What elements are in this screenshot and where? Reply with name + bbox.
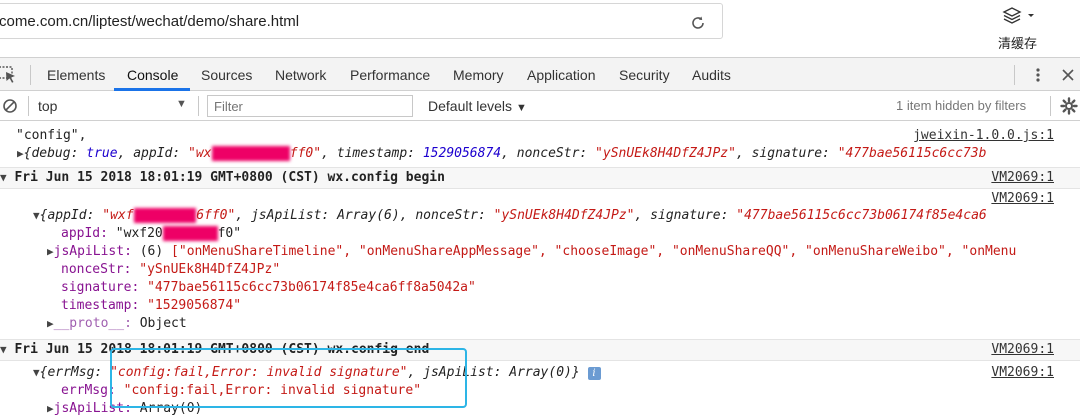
address-bar[interactable]: come.com.cn/liptest/wechat/demo/share.ht… (0, 3, 723, 39)
object-preview-line[interactable]: ▶{debug: true, appId: "wxxxxxxxxxxxff0",… (17, 146, 1080, 161)
console-settings-gear-icon[interactable] (1060, 97, 1078, 115)
inspect-element-icon[interactable] (0, 66, 18, 84)
collapse-triangle-icon[interactable]: ▼ (33, 366, 40, 379)
property-line[interactable]: ▶__proto__: Object (47, 316, 1080, 331)
toolbar-divider (1050, 96, 1051, 116)
tab-memory[interactable]: Memory (453, 67, 504, 83)
clear-cache-button[interactable]: 清缓存 (998, 33, 1037, 52)
source-link[interactable]: VM2069:1 (985, 170, 1054, 185)
tab-sources[interactable]: Sources (201, 67, 252, 83)
tab-network[interactable]: Network (275, 67, 326, 83)
tab-application[interactable]: Application (527, 67, 596, 83)
error-highlight-box (110, 348, 467, 408)
source-link[interactable]: VM2069:1 (985, 191, 1054, 206)
tab-security[interactable]: Security (619, 67, 670, 83)
source-link[interactable]: VM2069:1 (985, 342, 1054, 357)
expand-triangle-icon[interactable]: ▶ (47, 402, 54, 415)
property-line: timestamp: "1529056874" (61, 298, 242, 313)
address-bar-url[interactable]: come.com.cn/liptest/wechat/demo/share.ht… (0, 13, 299, 30)
more-options-icon[interactable] (1032, 67, 1044, 83)
collapse-triangle-icon[interactable]: ▼ (33, 209, 40, 222)
tab-divider (1014, 65, 1015, 85)
context-selector[interactable]: top (38, 98, 57, 114)
collapse-triangle-icon[interactable]: ▼ (0, 343, 7, 356)
object-preview-line[interactable]: ▼{appId: "wxfxxxxxxxx6ff0", jsApiList: A… (33, 208, 1080, 223)
reload-icon[interactable] (689, 14, 707, 32)
expand-triangle-icon[interactable]: ▶ (17, 147, 24, 160)
chevron-down-icon: ▼ (515, 102, 527, 114)
source-link[interactable]: jweixin-1.0.0.js:1 (907, 128, 1054, 143)
tab-elements[interactable]: Elements (47, 67, 105, 83)
toolbar-divider (28, 96, 29, 116)
expand-triangle-icon[interactable]: ▶ (47, 317, 54, 330)
console-filter-input[interactable] (207, 95, 413, 117)
info-icon[interactable]: i (587, 367, 601, 380)
clear-console-icon[interactable] (2, 98, 18, 114)
property-line: signature: "477bae56115c6cc73b06174f85e4… (61, 280, 476, 295)
log-levels-dropdown[interactable]: Default levels ▼ (428, 98, 527, 114)
tab-console[interactable]: Console (127, 67, 178, 83)
hidden-items-info: 1 item hidden by filters (896, 98, 1027, 113)
property-line: appId: "wxf20xxxxxxxf0" (61, 226, 242, 241)
redacted-blur: xxxxxxxx (133, 208, 197, 223)
redacted-blur: xxxxxxx (162, 226, 218, 241)
context-dropdown-icon[interactable]: ▼ (176, 98, 187, 110)
devtools-tab-bar: Elements Console Sources Network Perform… (0, 57, 1080, 91)
property-line[interactable]: ▶jsApiList: (6) ["onMenuShareTimeline", … (47, 244, 1080, 259)
tab-divider (30, 65, 31, 85)
close-devtools-icon[interactable] (1060, 67, 1076, 83)
group-header-begin[interactable]: ▼ Fri Jun 15 2018 18:01:19 GMT+0800 (CST… (0, 170, 1080, 185)
expand-triangle-icon[interactable]: ▶ (47, 245, 54, 258)
collapse-triangle-icon[interactable]: ▼ (0, 171, 7, 184)
source-link[interactable]: VM2069:1 (985, 365, 1054, 380)
log-levels-label: Default levels (428, 98, 513, 114)
tab-audits[interactable]: Audits (692, 67, 731, 83)
console-toolbar: top ▼ Default levels ▼ 1 item hidden by … (0, 91, 1080, 121)
message-divider (0, 188, 1080, 189)
layers-icon[interactable] (998, 3, 1044, 29)
browser-toolbar: come.com.cn/liptest/wechat/demo/share.ht… (0, 0, 1080, 56)
property-line: nonceStr: "ySnUEk8H4DfZ4JPz" (61, 262, 281, 277)
redacted-blur: xxxxxxxxxx (211, 146, 290, 161)
tab-performance[interactable]: Performance (350, 67, 430, 83)
toolbar-divider (198, 96, 199, 116)
